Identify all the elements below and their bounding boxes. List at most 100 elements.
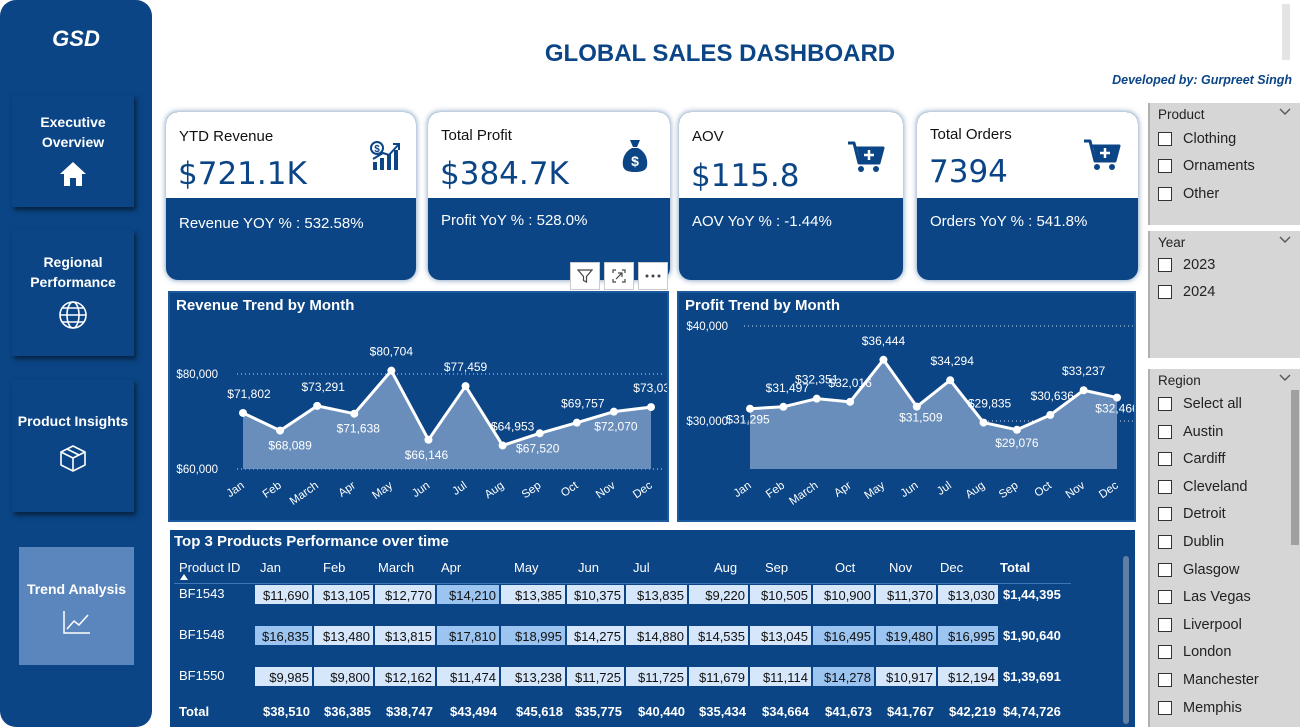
data-point bbox=[424, 435, 433, 444]
x-tick-label: Sep bbox=[997, 480, 1021, 502]
data-label: $34,294 bbox=[930, 354, 974, 368]
slicer-option-other[interactable]: Other bbox=[1158, 186, 1219, 202]
column-header[interactable]: Nov bbox=[889, 560, 912, 575]
more-options-icon[interactable] bbox=[638, 262, 668, 290]
slicer-option-clothing[interactable]: Clothing bbox=[1158, 131, 1236, 147]
nav-product-insights[interactable]: Product Insights bbox=[12, 380, 134, 512]
checkbox[interactable] bbox=[1158, 645, 1172, 660]
column-header-product-id[interactable]: Product ID bbox=[179, 560, 240, 575]
table-cell: $11,114 bbox=[749, 666, 812, 687]
top-products-table[interactable]: Top 3 Products Performance over time Pro… bbox=[170, 530, 1135, 727]
x-tick-label: Oct bbox=[1032, 479, 1054, 500]
column-header[interactable]: Oct bbox=[835, 560, 855, 575]
checkbox[interactable] bbox=[1158, 424, 1172, 439]
checkbox[interactable] bbox=[1158, 673, 1172, 687]
slicer-option-region[interactable]: Cardiff bbox=[1158, 451, 1225, 467]
slicer-option-2024[interactable]: 2024 bbox=[1158, 284, 1215, 300]
column-header[interactable]: Apr bbox=[441, 560, 461, 575]
slicer-option-region[interactable]: Liverpool bbox=[1158, 617, 1242, 633]
table-cell: $14,278 bbox=[812, 666, 875, 687]
column-header[interactable]: Total bbox=[1000, 560, 1030, 575]
column-header[interactable]: Dec bbox=[940, 560, 963, 575]
checkbox[interactable] bbox=[1158, 590, 1172, 605]
column-header[interactable]: Aug bbox=[714, 560, 737, 575]
column-header[interactable]: May bbox=[514, 560, 539, 575]
nav-executive-overview[interactable]: Executive Overview bbox=[12, 95, 134, 207]
region-slicer-scrollbar[interactable] bbox=[1291, 390, 1299, 545]
chevron-down-icon[interactable] bbox=[1278, 106, 1292, 116]
column-total: $38,510 bbox=[263, 704, 310, 719]
checkbox[interactable] bbox=[1158, 258, 1172, 272]
data-label: $29,835 bbox=[968, 397, 1012, 411]
checkbox[interactable] bbox=[1158, 159, 1172, 173]
column-header[interactable]: Sep bbox=[765, 560, 788, 575]
nav-trend-analysis[interactable]: Trend Analysis bbox=[19, 547, 134, 665]
table-cell: $13,045 bbox=[749, 625, 812, 646]
table-scrollbar[interactable] bbox=[1123, 556, 1129, 724]
data-label: $68,089 bbox=[268, 439, 312, 453]
slicer-option-region[interactable]: Cleveland bbox=[1158, 479, 1248, 495]
checkbox[interactable] bbox=[1158, 507, 1172, 522]
sort-ascending-icon[interactable] bbox=[180, 574, 188, 580]
slicer-option-2023[interactable]: 2023 bbox=[1158, 257, 1215, 273]
table-cell: $13,480 bbox=[313, 625, 374, 646]
column-header[interactable]: March bbox=[378, 560, 414, 575]
focus-mode-icon[interactable] bbox=[604, 262, 634, 290]
option-label: London bbox=[1183, 644, 1232, 661]
x-tick-label: May bbox=[370, 479, 395, 501]
nav-product-insights-label: Product Insights bbox=[17, 413, 129, 429]
checkbox[interactable] bbox=[1158, 700, 1172, 715]
column-header[interactable]: Jan bbox=[260, 560, 281, 575]
slicer-option-ornaments[interactable]: Ornaments bbox=[1158, 158, 1255, 174]
chevron-down-icon[interactable] bbox=[1278, 372, 1292, 382]
slicer-option-region[interactable]: Austin bbox=[1158, 424, 1223, 440]
checkbox[interactable] bbox=[1158, 397, 1172, 411]
data-point bbox=[498, 441, 507, 450]
nav-regional-performance[interactable]: Regional Performance bbox=[12, 230, 134, 356]
profit-trend-chart[interactable]: Profit Trend by Month $40,000 $30,000 $31,… bbox=[677, 291, 1136, 522]
revenue-trend-chart[interactable]: Revenue Trend by Month $80,000 $60,000 $71… bbox=[168, 291, 669, 522]
checkbox[interactable] bbox=[1158, 285, 1172, 299]
checkbox[interactable] bbox=[1158, 479, 1172, 494]
checkbox[interactable] bbox=[1158, 617, 1172, 632]
table-cell: $13,238 bbox=[500, 666, 566, 687]
table-cell: $11,725 bbox=[566, 666, 625, 687]
chevron-down-icon[interactable] bbox=[1278, 234, 1292, 244]
checkbox[interactable] bbox=[1158, 562, 1172, 577]
data-label: $77,459 bbox=[444, 360, 488, 374]
data-label: $66,146 bbox=[405, 448, 449, 462]
slicer-option-region[interactable]: Memphis bbox=[1158, 700, 1242, 716]
slicer-option-region[interactable]: Las Vegas bbox=[1158, 589, 1251, 605]
slicer-option-region[interactable]: Manchester bbox=[1158, 672, 1259, 688]
checkbox[interactable] bbox=[1158, 452, 1172, 467]
table-cell: $11,474 bbox=[436, 666, 500, 687]
checkbox[interactable] bbox=[1158, 132, 1172, 146]
filter-icon[interactable] bbox=[570, 262, 600, 290]
column-total: $41,673 bbox=[825, 704, 872, 719]
cart-add-icon bbox=[848, 141, 885, 172]
option-label: Ornaments bbox=[1183, 158, 1255, 174]
column-total: $35,775 bbox=[575, 704, 622, 719]
slicer-option-region[interactable]: Glasgow bbox=[1158, 562, 1239, 578]
column-header[interactable]: Feb bbox=[323, 560, 345, 575]
kpi-value: $115.8 bbox=[691, 158, 800, 194]
slicer-option-region[interactable]: Detroit bbox=[1158, 506, 1226, 522]
table-cell: $9,800 bbox=[313, 666, 374, 687]
column-header[interactable]: Jul bbox=[633, 560, 650, 575]
column-total: $42,219 bbox=[949, 704, 996, 719]
brand-logo: GSD bbox=[52, 26, 100, 51]
x-tick-label: Jan bbox=[225, 480, 247, 500]
table-cell: $19,480 bbox=[875, 625, 937, 646]
slicer-option-region[interactable]: Dublin bbox=[1158, 534, 1224, 550]
data-point bbox=[946, 376, 955, 385]
slicer-title: Product bbox=[1158, 107, 1205, 122]
slicer-option-region[interactable]: London bbox=[1158, 644, 1231, 660]
x-tick-label: Aug bbox=[964, 480, 988, 502]
data-point bbox=[1046, 410, 1055, 419]
checkbox[interactable] bbox=[1158, 187, 1172, 201]
checkbox[interactable] bbox=[1158, 535, 1172, 549]
column-total: $34,664 bbox=[762, 704, 809, 719]
column-header[interactable]: Jun bbox=[578, 560, 599, 575]
page-scrollbar[interactable] bbox=[1282, 4, 1290, 60]
slicer-option-region[interactable]: Select all bbox=[1158, 396, 1242, 412]
